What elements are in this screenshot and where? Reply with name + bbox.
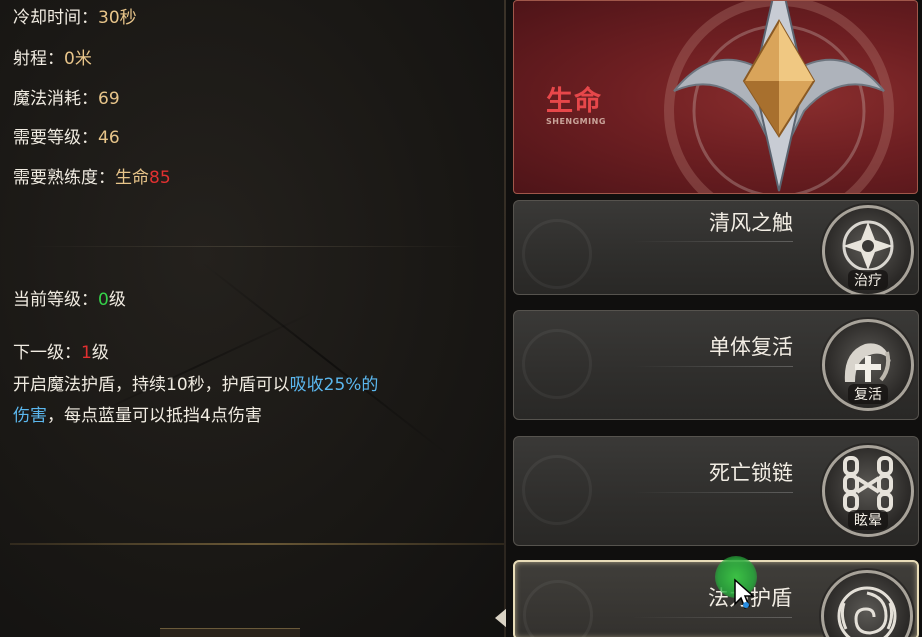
- proficiency-row: 需要熟练度：生命85: [13, 167, 171, 189]
- divider: [30, 246, 470, 247]
- cooldown-label: 冷却时间：: [13, 8, 98, 28]
- next-level-value: 1: [81, 343, 92, 363]
- school-title: 生命: [546, 86, 602, 117]
- mana-cost-row: 魔法消耗：69: [13, 88, 120, 110]
- skill-underline: [633, 366, 793, 367]
- description-text: 开启魔法护盾，持续10秒，护盾可以: [13, 375, 290, 395]
- card-watermark-icon: [522, 219, 592, 289]
- skill-card-qingfeng[interactable]: 清风之触 治疗: [513, 200, 919, 295]
- resurrect-icon: 复活: [822, 319, 914, 411]
- proficiency-value: 85: [149, 168, 171, 188]
- shield-swirl-icon: [821, 570, 913, 637]
- current-level-label: 当前等级：: [13, 290, 98, 310]
- card-watermark-icon: [523, 580, 593, 637]
- skill-name: 单体复活: [709, 335, 793, 359]
- description-line-1: 开启魔法护盾，持续10秒，护盾可以吸收25%的: [13, 374, 378, 396]
- skill-tag: 复活: [848, 384, 888, 404]
- skill-card-resurrect[interactable]: 单体复活 复活: [513, 310, 919, 420]
- card-watermark-icon: [522, 329, 592, 399]
- bottom-divider: [10, 543, 504, 545]
- description-highlight: 吸收25%的: [289, 375, 379, 395]
- level-requirement-value: 46: [98, 128, 120, 148]
- mana-cost-value: 69: [98, 89, 120, 109]
- current-level-row: 当前等级：0级: [13, 289, 126, 311]
- range-row: 射程：0米: [13, 48, 92, 70]
- skill-underline: [632, 617, 792, 618]
- level-requirement-row: 需要等级：46: [13, 127, 120, 149]
- proficiency-school: 生命: [115, 168, 149, 188]
- mana-cost-label: 魔法消耗：: [13, 89, 98, 109]
- next-level-label: 下一级：: [13, 343, 81, 363]
- skill-name: 清风之触: [709, 211, 793, 235]
- skill-underline: [633, 492, 793, 493]
- skill-tag: 治疗: [848, 270, 888, 290]
- skill-info-panel: 冷却时间：30秒 射程：0米 魔法消耗：69 需要等级：46 需要熟练度：生命8…: [0, 0, 506, 637]
- cooldown-value: 30秒: [98, 8, 137, 28]
- level-requirement-label: 需要等级：: [13, 128, 98, 148]
- school-banner[interactable]: 生命 SHENGMING: [513, 0, 918, 194]
- next-level-row: 下一级：1级: [13, 342, 109, 364]
- description-text-2: ，每点蓝量可以抵挡4点伤害: [47, 406, 262, 426]
- school-subtitle: SHENGMING: [546, 117, 606, 126]
- current-level-unit: 级: [108, 290, 126, 310]
- card-watermark-icon: [522, 455, 592, 525]
- skill-underline: [633, 241, 793, 242]
- range-value: 0米: [64, 49, 92, 69]
- mouse-cursor-icon: [734, 578, 755, 610]
- cooldown-row: 冷却时间：30秒: [13, 7, 137, 29]
- chain-icon: 眩晕: [822, 445, 914, 537]
- life-emblem-icon: [664, 1, 894, 193]
- proficiency-label: 需要熟练度：: [13, 168, 115, 188]
- skill-name: 死亡锁链: [709, 461, 793, 485]
- range-label: 射程：: [13, 49, 64, 69]
- description-highlight-damage: 伤害: [13, 406, 47, 426]
- current-level-value: 0: [98, 290, 109, 310]
- description-line-2: 伤害，每点蓝量可以抵挡4点伤害: [13, 405, 262, 427]
- skill-tag: 眩晕: [848, 510, 888, 530]
- bottom-tab[interactable]: [160, 628, 300, 637]
- skill-card-death-chain[interactable]: 死亡锁链 眩晕: [513, 436, 919, 546]
- next-level-unit: 级: [91, 343, 109, 363]
- shuriken-icon: 治疗: [822, 205, 914, 294]
